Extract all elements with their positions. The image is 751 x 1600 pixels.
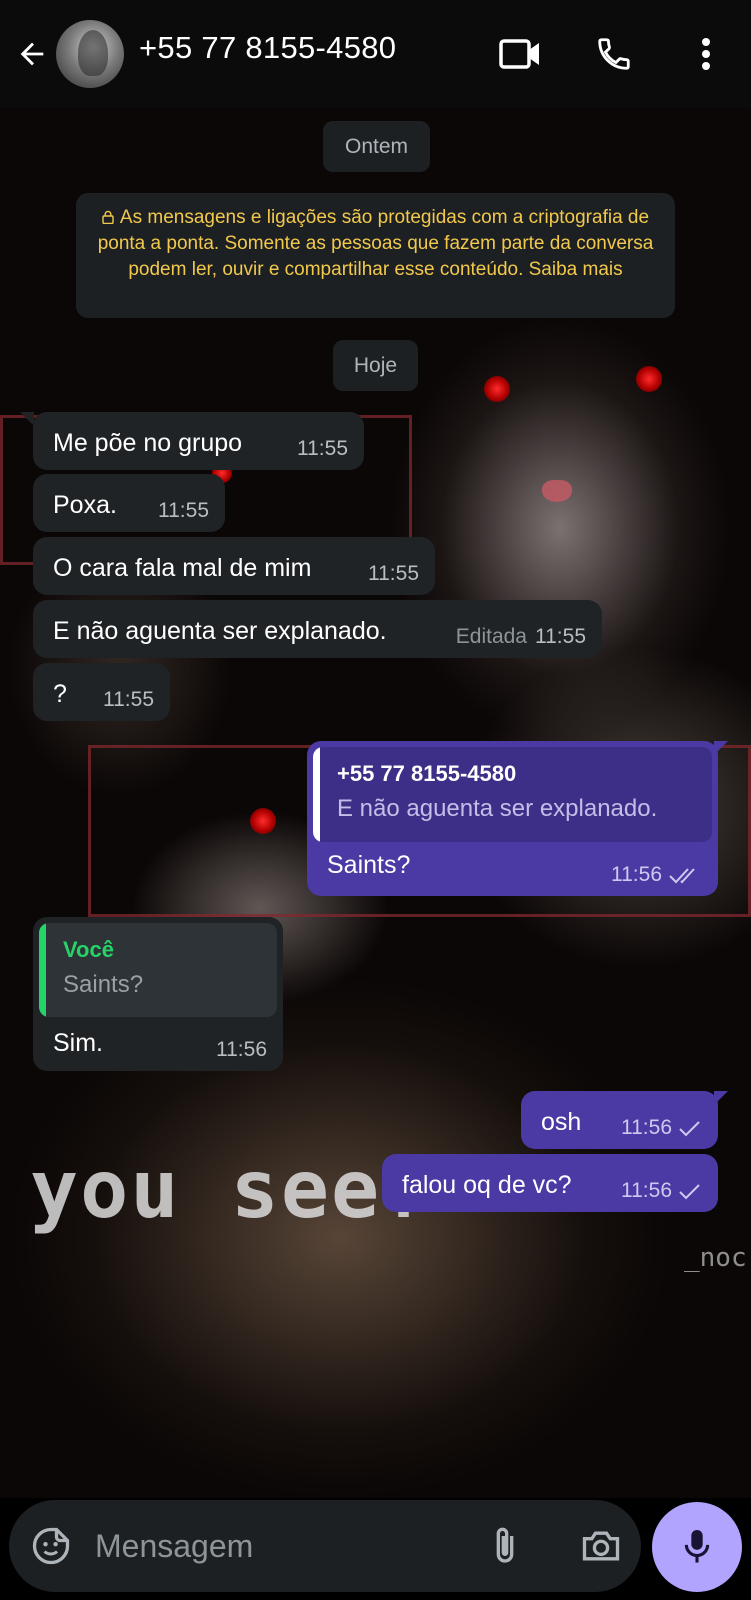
quoted-message[interactable]: +55 77 8155-4580 E não aguenta ser expla… <box>313 747 712 842</box>
back-arrow-icon <box>20 42 44 66</box>
back-button[interactable] <box>12 34 52 74</box>
bubble-tail <box>20 412 34 426</box>
single-check-icon <box>679 1184 700 1200</box>
message-text: O cara fala mal de mim <box>53 554 312 582</box>
message-composer[interactable]: Mensagem <box>9 1500 641 1592</box>
chat-header: +55 77 8155-4580 <box>0 0 751 108</box>
wallpaper-cat-eye <box>484 376 510 402</box>
message-time: 11:55 <box>368 562 419 585</box>
message-bubble-incoming[interactable]: Poxa. 11:55 <box>33 474 225 532</box>
edited-label: Editada <box>455 625 527 648</box>
mic-icon <box>684 1530 710 1563</box>
message-bubble-incoming[interactable]: Me põe no grupo 11:55 <box>33 412 364 470</box>
wallpaper-cat-eye <box>250 808 276 834</box>
encryption-notice-text: As mensagens e ligações são protegidas c… <box>97 207 654 280</box>
more-options-button[interactable] <box>684 32 728 76</box>
video-call-button[interactable] <box>498 32 542 76</box>
message-bubble-outgoing[interactable]: osh 11:56 <box>521 1091 718 1149</box>
sticker-icon[interactable] <box>29 1524 73 1568</box>
message-text: falou oq de vc? <box>402 1171 572 1199</box>
message-time: 11:55 <box>535 625 586 648</box>
quoted-message[interactable]: Você Saints? <box>39 923 277 1017</box>
message-time: 11:56 <box>621 1116 672 1139</box>
message-bubble-incoming[interactable]: E não aguenta ser explanado. Editada 11:5… <box>33 600 602 658</box>
voice-call-icon <box>598 38 630 70</box>
message-text: Me põe no grupo <box>53 429 243 457</box>
more-options-icon <box>702 38 710 70</box>
message-text: ? <box>53 680 67 708</box>
message-time: 11:55 <box>297 437 348 460</box>
message-bubble-incoming[interactable]: Você Saints? Sim. 11:56 <box>33 917 283 1071</box>
message-bubble-incoming[interactable]: O cara fala mal de mim 11:55 <box>33 537 435 595</box>
message-time: 11:56 <box>216 1038 267 1061</box>
attach-icon[interactable] <box>485 1524 525 1568</box>
message-text: Sim. <box>53 1029 103 1057</box>
wallpaper-cat-eye <box>636 366 662 392</box>
contact-name[interactable]: +55 77 8155-4580 <box>139 30 396 66</box>
mic-button[interactable] <box>652 1502 742 1592</box>
quote-bar <box>39 923 46 1017</box>
message-text: E não aguenta ser explanado. <box>53 617 387 645</box>
quote-text: E não aguenta ser explanado. <box>337 795 658 822</box>
camera-icon[interactable] <box>579 1524 623 1568</box>
message-time: 11:55 <box>103 688 154 711</box>
wallpaper-cat-nose <box>542 480 572 502</box>
double-check-icon <box>669 868 695 884</box>
message-time: 11:56 <box>621 1179 672 1202</box>
voice-call-button[interactable] <box>592 32 636 76</box>
date-chip-today: Hoje <box>333 340 418 391</box>
message-time: 11:55 <box>158 499 209 522</box>
message-text: osh <box>541 1108 582 1136</box>
single-check-icon <box>679 1121 700 1137</box>
lock-icon <box>102 210 114 224</box>
wallpaper-caption: you see? <box>30 1143 432 1236</box>
date-chip-yesterday: Ontem <box>323 121 430 172</box>
encryption-notice[interactable]: As mensagens e ligações são protegidas c… <box>76 193 675 318</box>
quote-author: Você <box>63 937 114 962</box>
message-input[interactable]: Mensagem <box>95 1528 253 1565</box>
quote-text: Saints? <box>63 971 144 998</box>
quote-bar <box>313 747 320 842</box>
message-text: Saints? <box>327 851 411 879</box>
message-bubble-outgoing[interactable]: falou oq de vc? 11:56 <box>382 1154 718 1212</box>
message-time: 11:56 <box>611 863 662 886</box>
message-bubble-outgoing[interactable]: +55 77 8155-4580 E não aguenta ser expla… <box>307 741 718 896</box>
message-text: Poxa. <box>53 491 117 519</box>
wallpaper-watermark: _noc <box>684 1243 747 1273</box>
message-bubble-incoming[interactable]: ? 11:55 <box>33 663 170 721</box>
video-call-icon <box>499 39 539 69</box>
quote-author: +55 77 8155-4580 <box>337 761 517 786</box>
avatar[interactable] <box>56 20 124 88</box>
